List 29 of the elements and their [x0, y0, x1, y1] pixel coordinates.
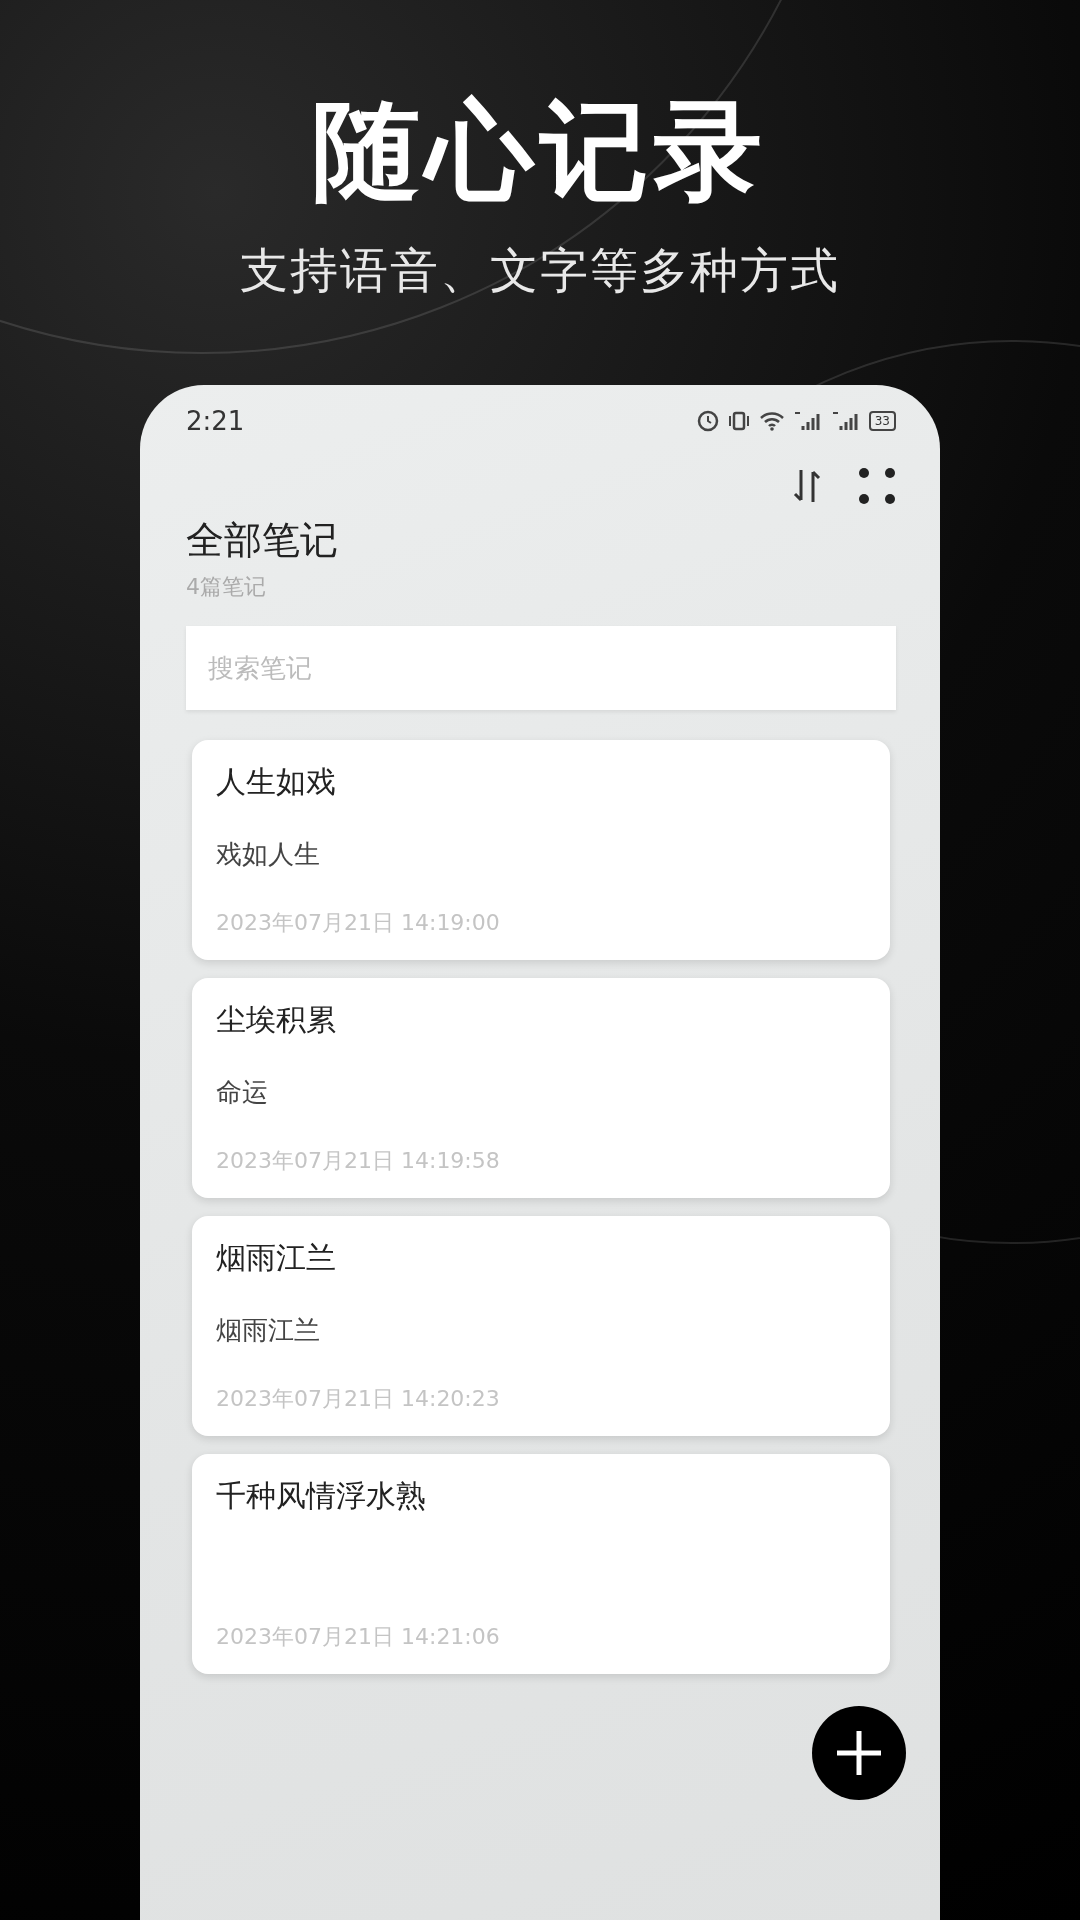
note-body: 戏如人生: [216, 837, 321, 871]
note-date: 2023年07月21日 14:20:23: [216, 1384, 501, 1413]
note-body: 烟雨江兰: [216, 1313, 321, 1347]
page-title: 全部笔记: [186, 516, 339, 564]
note-date: 2023年07月21日 14:21:06: [216, 1622, 501, 1651]
signal-icon: [792, 409, 823, 432]
note-title: 人生如戏: [216, 762, 337, 801]
tagline: 支持语音、文字等多种方式: [240, 240, 840, 300]
plus-icon: [834, 1728, 884, 1778]
note-card[interactable]: 千种风情浮水熟 2023年07月21日 14:21:06: [192, 1453, 890, 1674]
note-card[interactable]: 人生如戏 戏如人生 2023年07月21日 14:19:00: [192, 739, 890, 960]
note-title: 千种风情浮水熟: [216, 1476, 427, 1515]
signal-icon: [830, 409, 861, 432]
status-time: 2:21: [186, 405, 245, 436]
battery-indicator: 33: [868, 410, 896, 431]
vibrate-icon: [726, 409, 751, 432]
alarm-icon: [696, 409, 719, 432]
note-title: 烟雨江兰: [216, 1238, 337, 1277]
note-date: 2023年07月21日 14:19:58: [216, 1146, 501, 1175]
grid-view-icon[interactable]: [858, 466, 896, 505]
search-field[interactable]: 搜索笔记: [186, 625, 896, 710]
wifi-icon: [758, 409, 785, 432]
note-card[interactable]: 尘埃积累 命运 2023年07月21日 14:19:58: [192, 977, 890, 1198]
note-card[interactable]: 烟雨江兰 烟雨江兰 2023年07月21日 14:20:23: [192, 1215, 890, 1436]
note-title: 尘埃积累: [216, 1000, 337, 1039]
note-count: 4篇笔记: [186, 572, 267, 601]
note-date: 2023年07月21日 14:19:00: [216, 908, 501, 937]
headline: 随心记录: [312, 92, 768, 211]
note-body: 命运: [216, 1075, 269, 1109]
